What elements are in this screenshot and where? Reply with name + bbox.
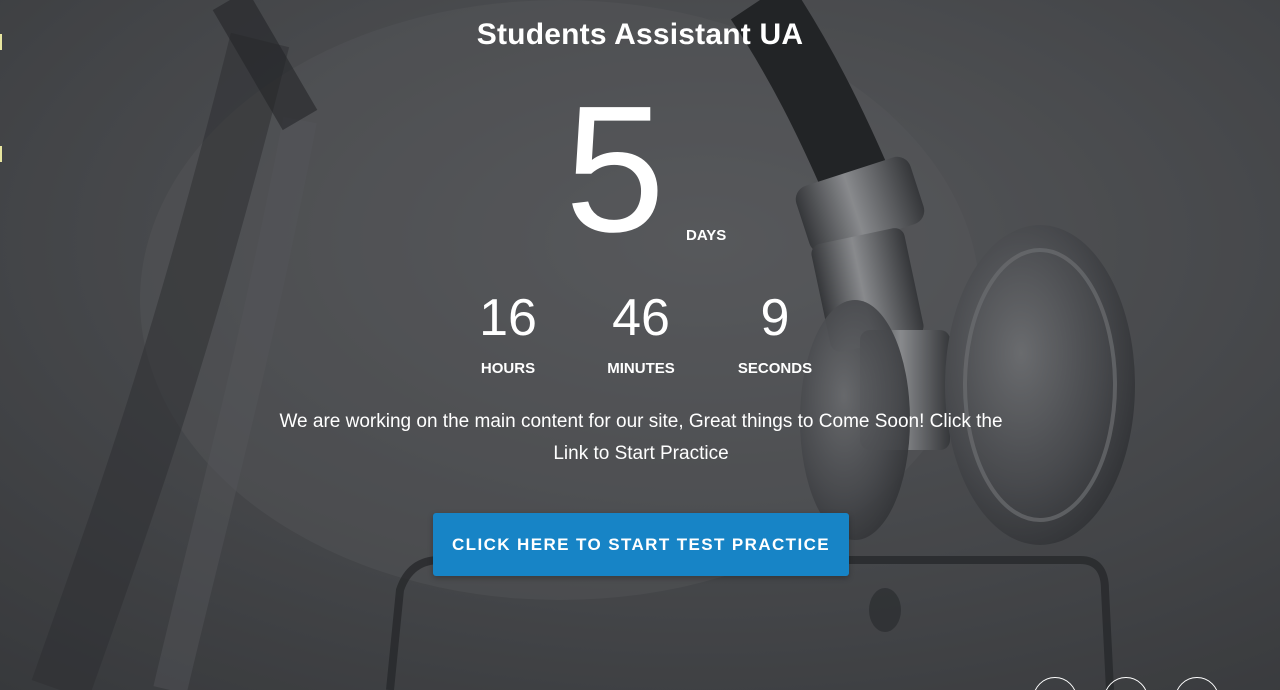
- seconds-label: SECONDS: [737, 360, 813, 377]
- hours-value: 16: [479, 289, 537, 347]
- minutes-counter: 46 MINUTES: [576, 288, 706, 377]
- site-title: Students Assistant UA: [476, 18, 804, 51]
- hours-label: HOURS: [480, 360, 536, 377]
- hours-counter: 16 HOURS: [443, 288, 573, 377]
- coming-soon-page: Students Assistant UA 5 DAYS 16 HOURS 46…: [0, 0, 1280, 690]
- start-test-practice-button[interactable]: CLICK HERE TO START TEST PRACTICE: [433, 513, 849, 576]
- minutes-label: MINUTES: [607, 360, 675, 377]
- days-label: DAYS: [686, 227, 727, 244]
- seconds-counter: 9 SECONDS: [710, 288, 840, 377]
- minutes-value: 46: [612, 289, 670, 347]
- days-counter: 5 DAYS: [0, 80, 1280, 260]
- seconds-value: 9: [760, 289, 790, 347]
- coming-soon-message: We are working on the main content for o…: [279, 411, 1003, 464]
- days-value: 5: [564, 69, 666, 270]
